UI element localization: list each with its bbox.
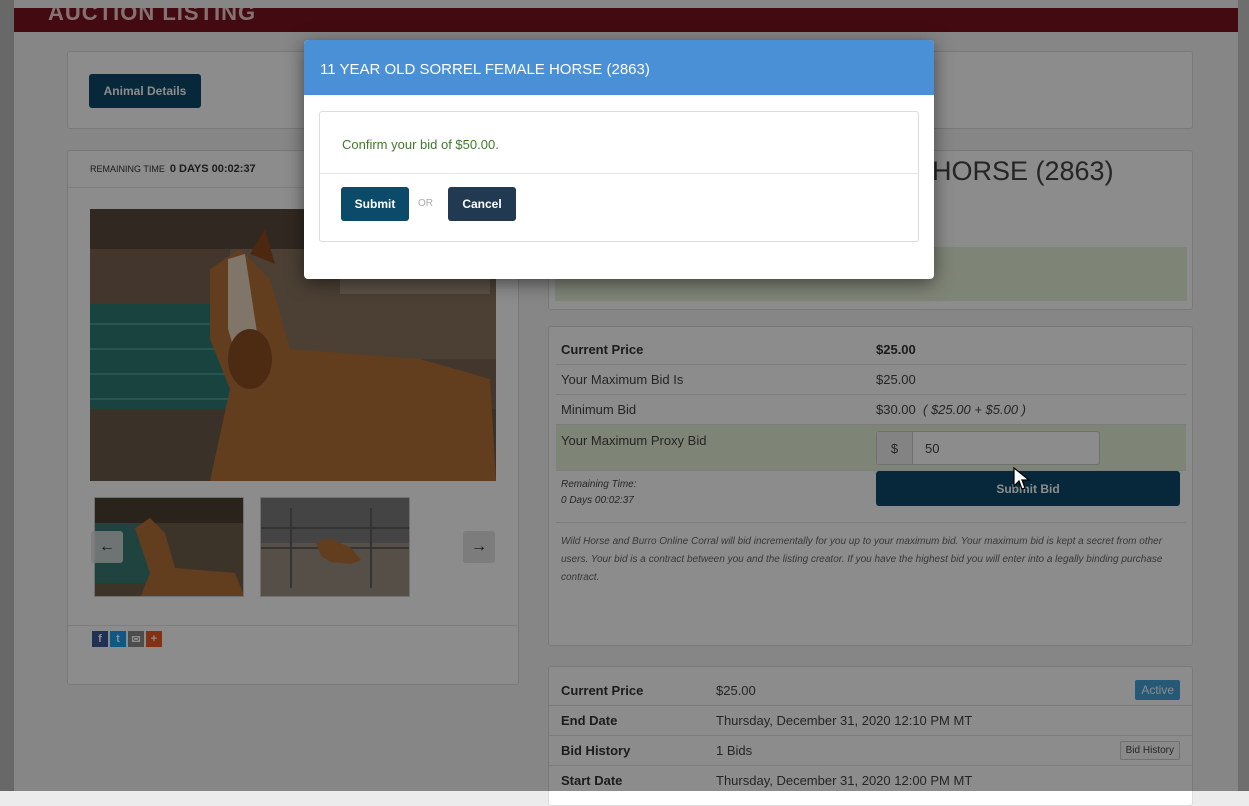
confirm-message: Confirm your bid of $50.00. [342,137,499,152]
modal-submit-button[interactable]: Submit [341,187,409,221]
modal-body: Confirm your bid of $50.00. Submit OR Ca… [319,111,919,242]
modal-cancel-button[interactable]: Cancel [448,187,516,221]
modal-title: 11 YEAR OLD SORREL FEMALE HORSE (2863) [304,40,934,95]
confirm-bid-modal: 11 YEAR OLD SORREL FEMALE HORSE (2863) C… [304,40,934,279]
mouse-cursor-icon [1013,467,1031,490]
or-separator: OR [418,198,433,209]
